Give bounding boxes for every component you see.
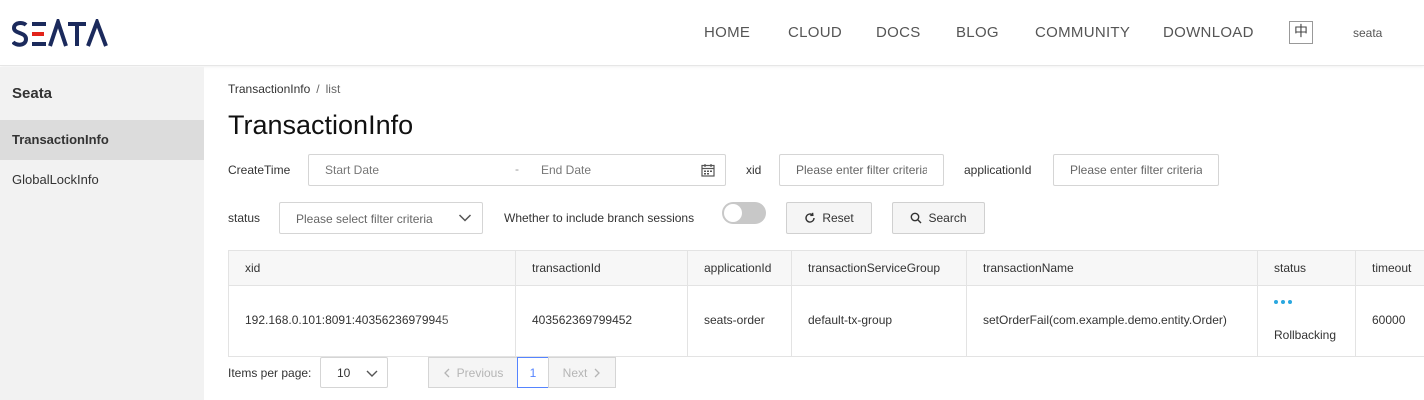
page-title: TransactionInfo [228, 110, 414, 140]
seata-logo[interactable] [12, 19, 110, 49]
cell-applicationid: seats-order [688, 286, 792, 356]
chevron-down-icon [458, 214, 472, 222]
sidebar-item-globallockinfo[interactable]: GlobalLockInfo [0, 160, 204, 200]
nav-home[interactable]: HOME [704, 24, 750, 41]
xid-filter-input[interactable] [779, 154, 944, 186]
create-time-range-picker[interactable]: Start Date - End Date [308, 154, 726, 186]
language-toggle-button[interactable]: 中 [1289, 21, 1313, 44]
column-header-timeout[interactable]: timeout [1356, 251, 1424, 285]
nav-docs[interactable]: DOCS [876, 24, 921, 41]
cell-xid: 192.168.0.101:8091:40356236979945 [229, 286, 516, 356]
column-header-transactionid[interactable]: transactionId [516, 251, 688, 285]
nav-blog[interactable]: BLOG [956, 24, 999, 41]
applicationid-filter-input[interactable] [1053, 154, 1219, 186]
sidebar: Seata TransactionInfo GlobalLockInfo [0, 67, 204, 400]
cell-status: Rollbacking [1258, 286, 1356, 356]
status-label: status [228, 211, 261, 225]
loading-dots-icon [1274, 300, 1292, 304]
cell-transactionid: 403562369799452 [516, 286, 688, 356]
calendar-icon[interactable] [701, 163, 715, 177]
toggle-knob [724, 204, 742, 222]
search-icon [911, 212, 922, 224]
status-text: Rollbacking [1274, 328, 1337, 342]
previous-page-button[interactable]: Previous [428, 357, 518, 388]
status-select[interactable]: Please select filter criteria [279, 202, 483, 234]
start-date-placeholder[interactable]: Start Date [325, 163, 379, 177]
items-per-page-value: 10 [337, 366, 351, 380]
next-page-button[interactable]: Next [548, 357, 616, 388]
branch-sessions-label: Whether to include branch sessions [504, 211, 695, 225]
end-date-placeholder[interactable]: End Date [541, 163, 591, 177]
previous-label: Previous [456, 365, 504, 380]
breadcrumb-parent[interactable]: TransactionInfo [228, 82, 310, 96]
items-per-page-select[interactable]: 10 [320, 357, 388, 388]
chevron-right-icon [594, 368, 601, 377]
breadcrumb: TransactionInfo / list [228, 82, 340, 96]
status-select-placeholder: Please select filter criteria [296, 212, 433, 226]
cell-transactionservicegroup: default-tx-group [792, 286, 967, 356]
user-name[interactable]: seata [1353, 26, 1382, 40]
breadcrumb-current: list [325, 82, 341, 96]
nav-cloud[interactable]: CLOUD [788, 24, 842, 41]
column-header-xid[interactable]: xid [229, 251, 516, 285]
cell-timeout: 60000 [1372, 313, 1406, 327]
reset-icon [805, 212, 816, 223]
createtime-label: CreateTime [228, 163, 291, 177]
column-header-applicationid[interactable]: applicationId [688, 251, 792, 285]
chevron-down-icon [366, 370, 378, 377]
chevron-left-icon [443, 368, 450, 377]
sidebar-title: Seata [12, 85, 53, 102]
breadcrumb-separator: / [316, 82, 320, 96]
transactions-table: xid transactionId applicationId transact… [228, 250, 1424, 357]
nav-community[interactable]: COMMUNITY [1035, 24, 1130, 41]
nav-download[interactable]: DOWNLOAD [1163, 24, 1254, 41]
reset-button[interactable]: Reset [786, 202, 872, 234]
column-header-transactionservicegroup[interactable]: transactionServiceGroup [792, 251, 967, 285]
search-button-label: Search [928, 211, 967, 225]
reset-button-label: Reset [822, 211, 854, 225]
sidebar-item-transactioninfo[interactable]: TransactionInfo [0, 120, 204, 160]
top-header: HOME CLOUD DOCS BLOG COMMUNITY DOWNLOAD … [0, 0, 1424, 66]
table-header: xid transactionId applicationId transact… [229, 251, 1424, 286]
applicationid-label: applicationId [964, 163, 1032, 177]
table-row[interactable]: 192.168.0.101:8091:40356236979945 403562… [229, 286, 1424, 356]
next-label: Next [562, 365, 588, 380]
xid-label: xid [746, 163, 762, 177]
branch-sessions-toggle[interactable] [722, 202, 766, 224]
page-1-button[interactable]: 1 [517, 357, 549, 388]
items-per-page-label: Items per page: [228, 366, 312, 380]
column-header-status[interactable]: status [1258, 251, 1356, 285]
search-button[interactable]: Search [892, 202, 985, 234]
column-header-transactionname[interactable]: transactionName [967, 251, 1258, 285]
cell-transactionname: setOrderFail(com.example.demo.entity.Ord… [967, 286, 1258, 356]
date-range-separator: - [515, 162, 519, 176]
